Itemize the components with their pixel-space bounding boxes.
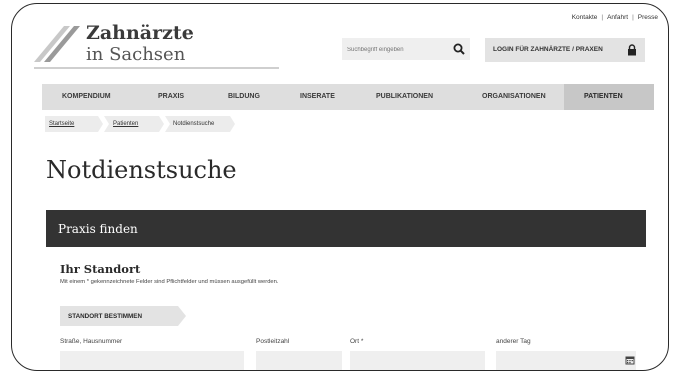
breadcrumb-arrows: [45, 116, 235, 132]
nav-item-patienten-label: PATIENTEN: [584, 93, 623, 100]
zip-label: Postleitzahl: [256, 338, 290, 345]
browser-frame: Zahnärzte in Sachsen Kontakte | Anfahrt | Pr…: [11, 3, 669, 371]
street-field[interactable]: [60, 351, 244, 370]
lock-icon: [628, 44, 636, 56]
location-heading: Ihr Standort: [60, 262, 141, 276]
logo-text-line2: in Sachsen: [86, 44, 186, 65]
nav-item-bildung[interactable]: BILDUNG: [228, 93, 260, 100]
breadcrumb-item-patienten[interactable]: Patienten: [113, 116, 138, 132]
nav-item-organisationen[interactable]: ORGANISATIONEN: [482, 93, 546, 100]
top-link-anfahrt[interactable]: Anfahrt: [607, 14, 628, 21]
calendar-icon[interactable]: [625, 355, 635, 365]
nav-item-kompendium[interactable]: KOMPENDIUM: [62, 93, 111, 100]
day-label: anderer Tag: [496, 338, 531, 345]
nav-item-praxis[interactable]: PRAXIS: [158, 93, 184, 100]
search-icon[interactable]: [453, 43, 465, 55]
date-field[interactable]: [496, 351, 636, 370]
page-title: Notdienstsuche: [46, 156, 237, 184]
top-links: Kontakte | Anfahrt | Presse: [572, 14, 658, 21]
locate-button[interactable]: STANDORT BESTIMMEN: [60, 306, 186, 326]
logo-underline: [34, 67, 279, 69]
panel-title: Praxis finden: [58, 222, 138, 236]
logo-text-line1: Zahnärzte: [86, 22, 194, 44]
search-box: [342, 38, 470, 61]
top-link-kontakte[interactable]: Kontakte: [572, 14, 598, 21]
logo-mark-icon: [34, 26, 80, 62]
nav-item-patienten[interactable]: PATIENTEN: [564, 84, 654, 110]
street-label: Straße, Hausnummer: [60, 338, 123, 345]
city-label: Ort *: [350, 338, 364, 345]
zip-field[interactable]: [256, 351, 342, 370]
locate-button-label: STANDORT BESTIMMEN: [68, 313, 143, 320]
search-input[interactable]: [342, 39, 442, 61]
city-field[interactable]: [350, 351, 485, 370]
nav-item-publikationen[interactable]: PUBLIKATIONEN: [376, 93, 433, 100]
breadcrumb-item-startseite[interactable]: Startseite: [49, 116, 74, 132]
top-link-separator: |: [601, 14, 604, 21]
required-fields-hint: Mit einem * gekennzeichnete Felder sind …: [60, 279, 279, 285]
top-link-presse[interactable]: Presse: [638, 14, 658, 21]
breadcrumb-item-current: Notdienstsuche: [173, 121, 215, 127]
top-link-separator: |: [632, 14, 634, 21]
nav-item-inserate[interactable]: INSERATE: [300, 93, 335, 100]
panel-header: Praxis finden: [46, 210, 646, 247]
login-button[interactable]: LOGIN FÜR ZAHNÄRZTE / PRAXEN: [485, 38, 645, 62]
site-logo[interactable]: Zahnärzte in Sachsen: [34, 20, 284, 76]
main-nav: KOMPENDIUM PRAXIS BILDUNG INSERATE PUBLI…: [42, 84, 654, 110]
login-label: LOGIN FÜR ZAHNÄRZTE / PRAXEN: [493, 46, 603, 53]
